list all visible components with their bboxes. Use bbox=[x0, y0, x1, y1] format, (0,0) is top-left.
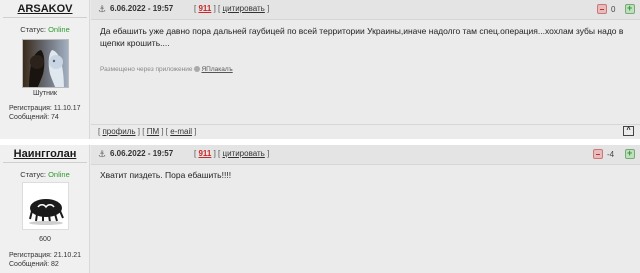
post-text: Хватит пиздеть. Пора ебашить!!!! bbox=[100, 170, 232, 180]
status-online: Online bbox=[48, 170, 70, 179]
status-label: Статус: bbox=[20, 170, 49, 179]
vote-minus-icon[interactable] bbox=[597, 4, 607, 14]
author-registration: Регистрация: 11.10.17 bbox=[9, 105, 81, 112]
author-rank: 600 bbox=[39, 236, 51, 243]
vote-plus-icon[interactable] bbox=[625, 148, 635, 159]
author-rank: Шутник bbox=[33, 90, 57, 97]
scroll-top-button[interactable]: ^ bbox=[623, 126, 634, 136]
post-score: -4 bbox=[607, 150, 615, 159]
app-icon bbox=[194, 66, 201, 72]
vote-plus-icon[interactable] bbox=[625, 3, 635, 14]
status-online: Online bbox=[48, 25, 70, 34]
author-messages: Сообщений: 74 bbox=[9, 114, 59, 121]
post-naingolan: Наингголан Статус: Online 600 Регистраци… bbox=[0, 145, 640, 273]
post-header: ⚓ 6.06.2022 - 19:57 [ 911 ] [ цитировать… bbox=[91, 145, 640, 165]
status-label: Статус: bbox=[20, 25, 49, 34]
author-status: Статус: Online bbox=[0, 25, 90, 34]
profile-link[interactable]: профиль bbox=[102, 127, 135, 136]
via-app: Размещено через приложение ЯПлакалъ bbox=[100, 66, 233, 73]
post-number-link[interactable]: 911 bbox=[198, 4, 211, 13]
email-link[interactable]: e-mail bbox=[170, 127, 192, 136]
author-name-link[interactable]: ARSAKOV bbox=[0, 3, 90, 15]
pm-link[interactable]: ПМ bbox=[147, 127, 159, 136]
anchor-icon[interactable]: ⚓ bbox=[98, 149, 106, 160]
post-date: 6.06.2022 - 19:57 bbox=[110, 4, 174, 13]
post-date: 6.06.2022 - 19:57 bbox=[110, 149, 174, 158]
post-meta: [ 911 ] [ цитировать ] bbox=[194, 149, 270, 158]
post-number-link[interactable]: 911 bbox=[198, 149, 211, 158]
author-status: Статус: Online bbox=[0, 170, 90, 179]
post-header: ⚓ 6.06.2022 - 19:57 [ 911 ] [ цитировать… bbox=[91, 0, 640, 20]
author-messages: Сообщений: 82 bbox=[9, 261, 59, 268]
vote-minus-icon[interactable] bbox=[593, 149, 603, 159]
author-registration: Регистрация: 21.10.21 bbox=[9, 252, 82, 259]
author-panel: Наингголан Статус: Online 600 Регистраци… bbox=[0, 145, 90, 273]
post-text: Да ебашить уже давно пора дальней гаубиц… bbox=[100, 26, 624, 48]
via-label: Размещено через приложение bbox=[100, 66, 193, 73]
quote-link[interactable]: цитировать bbox=[222, 4, 264, 13]
post-meta: [ 911 ] [ цитировать ] bbox=[194, 4, 270, 13]
via-app-link[interactable]: ЯПлакалъ bbox=[201, 66, 232, 73]
post-footer: [ профиль ] [ ПМ ] [ e-mail ] ^ bbox=[91, 124, 640, 139]
avatar[interactable] bbox=[22, 182, 69, 230]
post-score: 0 bbox=[611, 5, 616, 14]
avatar[interactable] bbox=[22, 39, 69, 88]
divider bbox=[3, 162, 87, 163]
quote-link[interactable]: цитировать bbox=[222, 149, 264, 158]
author-name-link[interactable]: Наингголан bbox=[0, 148, 90, 160]
post-arsakov: ARSAKOV Статус: Online Шутник Регистраци… bbox=[0, 0, 640, 139]
footer-links: [ профиль ] [ ПМ ] [ e-mail ] bbox=[98, 127, 197, 136]
anchor-icon[interactable]: ⚓ bbox=[98, 4, 106, 15]
divider bbox=[3, 17, 87, 18]
author-panel: ARSAKOV Статус: Online Шутник Регистраци… bbox=[0, 0, 90, 139]
